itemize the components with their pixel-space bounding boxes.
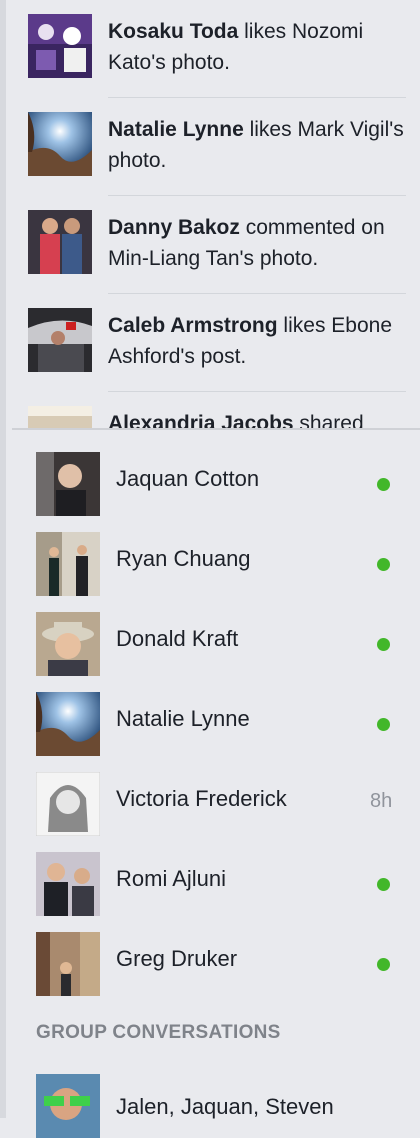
online-status-dot <box>377 958 390 971</box>
last-active-time: 8h <box>370 790 393 812</box>
group-avatar <box>36 1074 100 1138</box>
ticker-thumbnail-4 <box>28 308 92 372</box>
contact-name: Ryan Chuang <box>116 546 251 571</box>
ticker-actor[interactable]: Caleb Armstrong <box>108 314 278 337</box>
ticker-thumbnail-5 <box>28 406 92 428</box>
avatar <box>36 532 100 596</box>
online-status-dot <box>377 878 390 891</box>
ticker-item[interactable]: Caleb Armstrong likes Ebone Ashford's po… <box>12 294 420 392</box>
contact-name: Donald Kraft <box>116 626 239 651</box>
ticker-actor[interactable]: Alexandria Jacobs <box>108 412 294 428</box>
group-conversations-heading: GROUP CONVERSATIONS <box>36 1022 281 1043</box>
avatar <box>36 612 100 676</box>
ticker-thumbnail-1 <box>28 14 92 78</box>
ticker-thumbnail-3 <box>28 210 92 274</box>
ticker-thumbnail-2 <box>28 112 92 176</box>
online-status-dot <box>377 478 390 491</box>
ticker-item[interactable]: Natalie Lynne likes Mark Vigil's photo. <box>12 98 420 196</box>
ticker-actor[interactable]: Danny Bakoz <box>108 216 240 239</box>
ticker-actor[interactable]: Kosaku Toda <box>108 20 238 43</box>
avatar <box>36 932 100 996</box>
online-status-dot <box>377 718 390 731</box>
contact-row[interactable]: Jaquan Cotton <box>12 442 420 522</box>
avatar <box>36 772 100 836</box>
contact-name: Jaquan Cotton <box>116 466 260 491</box>
contact-row[interactable]: Victoria Frederick 8h <box>12 762 420 842</box>
contact-name: Natalie Lynne <box>116 706 250 731</box>
contact-row[interactable]: Donald Kraft <box>12 602 420 682</box>
ticker-text: Caleb Armstrong likes Ebone Ashford's po… <box>108 310 408 372</box>
contact-row[interactable]: Ryan Chuang <box>12 522 420 602</box>
online-status-dot <box>377 638 390 651</box>
ticker-item[interactable]: Alexandria Jacobs shared <box>12 392 420 428</box>
contact-row[interactable]: Natalie Lynne <box>12 682 420 762</box>
contact-row[interactable]: Romi Ajluni <box>12 842 420 922</box>
ticker-item[interactable]: Kosaku Toda likes Nozomi Kato's photo. <box>12 0 420 98</box>
group-conversation-row[interactable]: Jalen, Jaquan, Steven <box>12 1070 420 1138</box>
contact-name: Victoria Frederick <box>116 786 287 811</box>
group-name: Jalen, Jaquan, Steven <box>116 1094 334 1119</box>
ticker-text: Kosaku Toda likes Nozomi Kato's photo. <box>108 16 408 78</box>
avatar <box>36 852 100 916</box>
chat-sidebar: Kosaku Toda likes Nozomi Kato's photo. N… <box>0 0 420 1138</box>
ticker-item[interactable]: Danny Bakoz commented on Min-Liang Tan's… <box>12 196 420 294</box>
ticker-action: shared <box>293 412 364 428</box>
avatar <box>36 692 100 756</box>
ticker-text: Danny Bakoz commented on Min-Liang Tan's… <box>108 212 408 274</box>
contact-name: Greg Druker <box>116 946 238 971</box>
ticker-text: Alexandria Jacobs shared <box>108 408 408 428</box>
ticker-actor[interactable]: Natalie Lynne <box>108 118 244 141</box>
online-status-dot <box>377 558 390 571</box>
avatar <box>36 452 100 516</box>
ticker-resize-handle[interactable] <box>12 428 420 430</box>
activity-ticker: Kosaku Toda likes Nozomi Kato's photo. N… <box>12 0 420 428</box>
contact-row[interactable]: Greg Druker <box>12 922 420 1002</box>
contact-name: Romi Ajluni <box>116 866 227 891</box>
ticker-text: Natalie Lynne likes Mark Vigil's photo. <box>108 114 408 176</box>
